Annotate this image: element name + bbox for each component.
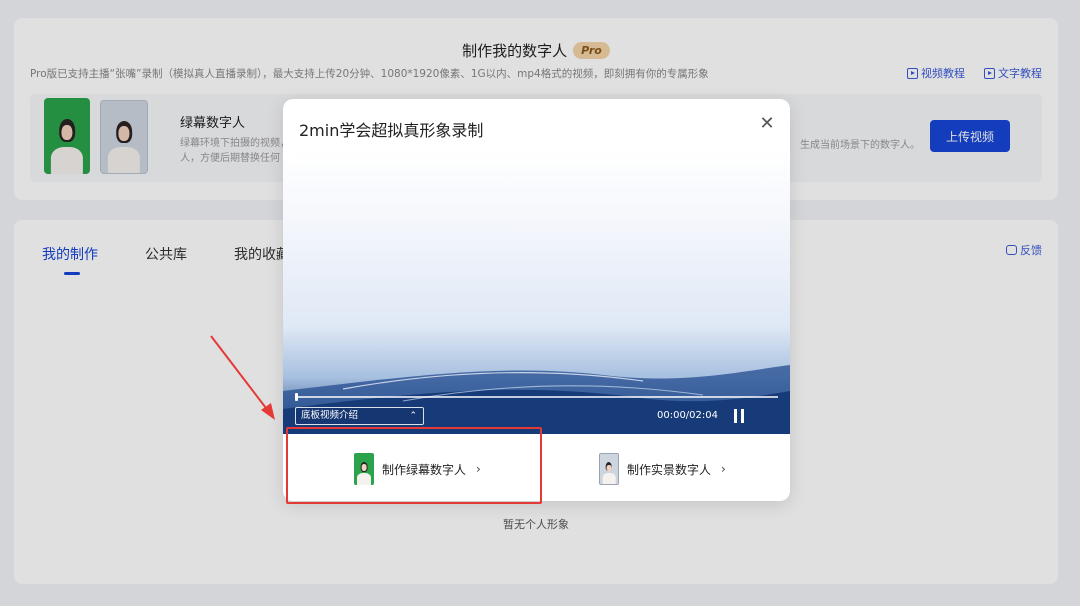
real-scene-avatar-thumb-icon	[599, 453, 619, 485]
annotation-arrow-icon	[210, 335, 275, 420]
make-real-scene-avatar-button[interactable]: 制作实景数字人 ›	[599, 451, 726, 487]
chevron-right-icon: ›	[721, 462, 726, 476]
chevron-up-icon: ⌃	[409, 411, 417, 421]
video-time: 00:00/02:04	[656, 410, 718, 421]
annotation-highlight-box	[286, 427, 542, 504]
tutorial-video-player[interactable]: 底板视频介绍 ⌃ 00:00/02:04	[283, 151, 790, 434]
video-progress-handle[interactable]	[295, 393, 298, 401]
chapter-select-label: 底板视频介绍	[301, 410, 359, 421]
video-wave-background	[283, 365, 790, 434]
video-progress-bar[interactable]	[295, 393, 778, 401]
pause-icon[interactable]	[733, 409, 745, 423]
volume-icon[interactable]	[283, 151, 301, 165]
close-icon[interactable]: ✕	[758, 115, 776, 133]
modal-title: 2min学会超拟真形象录制	[299, 121, 484, 140]
make-real-scene-avatar-label: 制作实景数字人	[627, 462, 712, 477]
chapter-select[interactable]: 底板视频介绍 ⌃	[295, 407, 424, 425]
